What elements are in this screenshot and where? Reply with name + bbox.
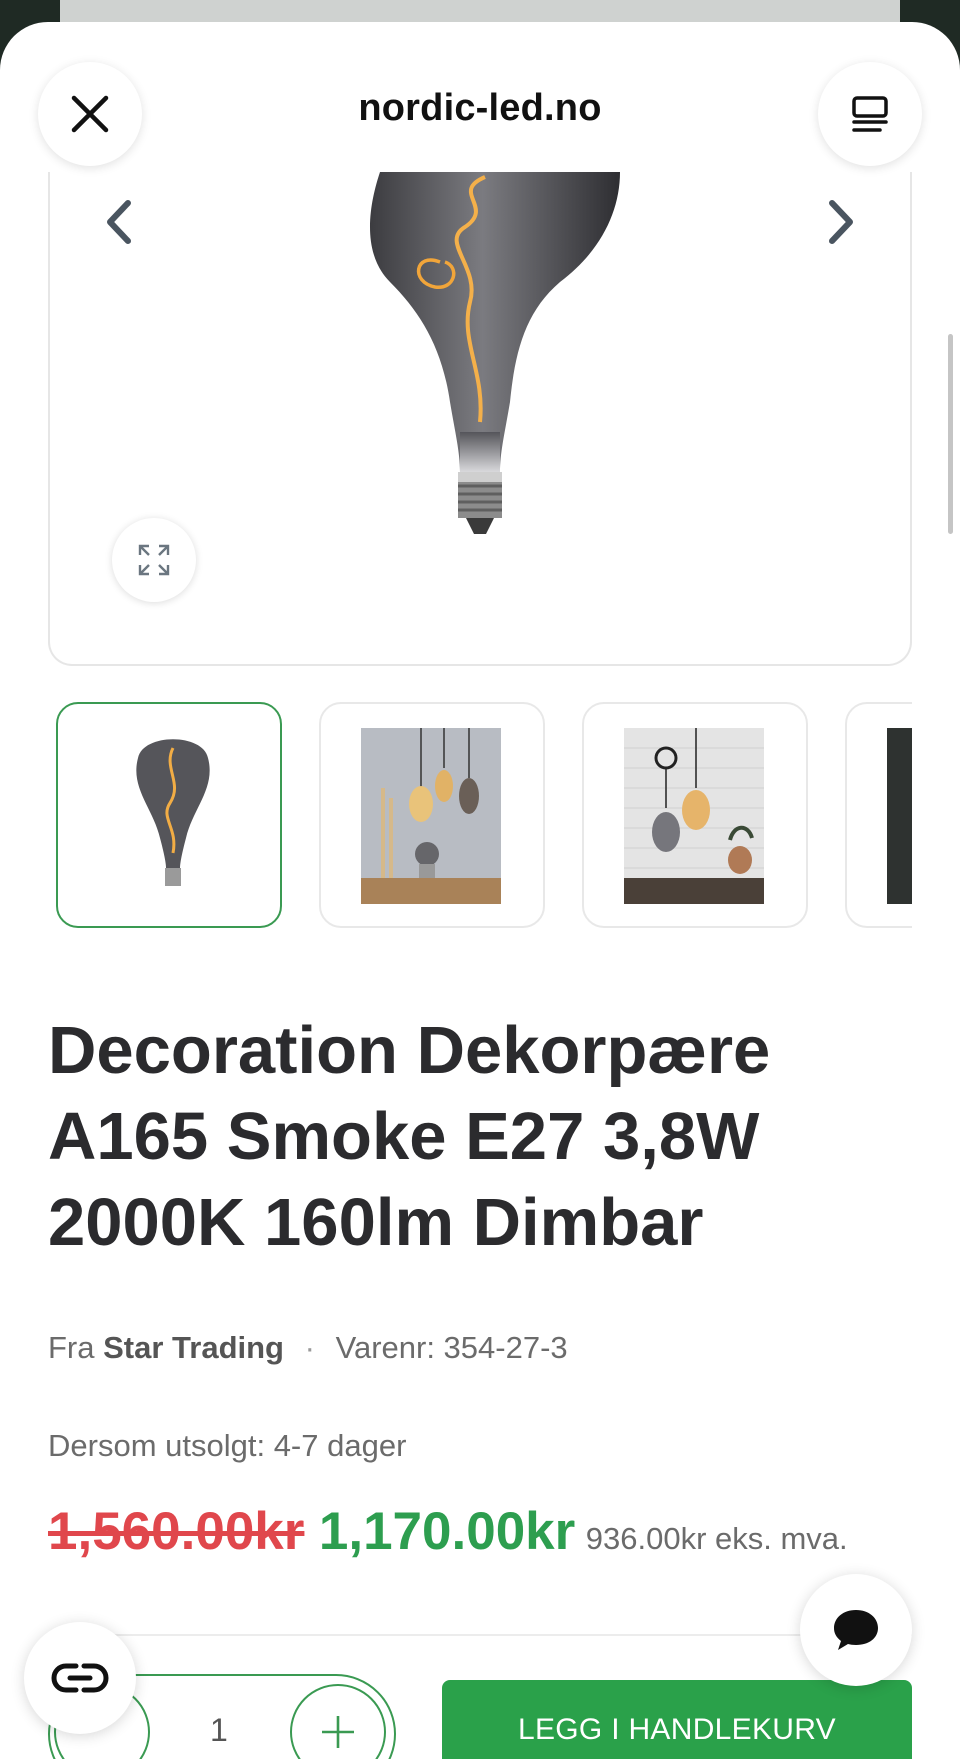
increase-quantity-button[interactable]: [290, 1684, 386, 1759]
thumbnail-kitchen-image: [624, 728, 764, 904]
thumbnail-4[interactable]: [845, 702, 912, 928]
link-button[interactable]: [24, 1622, 136, 1734]
separator-dot: ·: [304, 1330, 315, 1365]
bulb-image: [370, 172, 620, 534]
close-button[interactable]: [38, 62, 142, 166]
site-domain: nordic-led.no: [358, 87, 602, 129]
thumbnail-dark-image: [887, 728, 912, 904]
thumbnail-3[interactable]: [582, 702, 808, 928]
thumbnail-2[interactable]: [319, 702, 545, 928]
chevron-left-icon[interactable]: [100, 197, 140, 247]
from-label: Fra: [48, 1330, 95, 1365]
add-to-cart-button[interactable]: LEGG I HANDLEKURV: [442, 1680, 912, 1759]
product-title: Decoration Dekorpære A165 Smoke E27 3,8W…: [48, 1013, 771, 1260]
browser-sheet: nordic-led.no Decoration Dekorpære A165 …: [0, 22, 960, 1759]
reader-menu-button[interactable]: [818, 62, 922, 166]
chat-bubble-icon: [834, 1610, 878, 1650]
close-icon: [71, 95, 109, 133]
old-price: 1,560.00kr: [48, 1502, 305, 1561]
delivery-info: Dersom utsolgt: 4-7 dager: [48, 1428, 407, 1463]
thumbnail-strip: [0, 702, 912, 928]
thumbnail-1[interactable]: [56, 702, 282, 928]
reader-menu-icon: [852, 96, 888, 132]
sku: Varenr: 354-27-3: [335, 1330, 568, 1365]
price-ex-vat: 936.00kr eks. mva.: [585, 1521, 848, 1556]
thumbnail-bulb-image: [136, 739, 210, 886]
thumbnail-pendant-image: [361, 728, 501, 904]
sale-price: 1,170.00kr: [318, 1502, 576, 1561]
chat-button[interactable]: [800, 1574, 912, 1686]
divider: [48, 1634, 912, 1636]
price-block: 1,560.00kr 1,170.00kr 936.00kr eks. mva.: [48, 1502, 908, 1575]
product-meta: Fra Star Trading · Varenr: 354-27-3: [48, 1330, 568, 1366]
quantity-value[interactable]: 1: [210, 1712, 228, 1749]
main-product-image[interactable]: [48, 172, 912, 666]
expand-icon: [138, 544, 170, 576]
plus-icon: [322, 1716, 354, 1748]
expand-button[interactable]: [112, 518, 196, 602]
scrollbar[interactable]: [948, 334, 953, 534]
brand-link[interactable]: Star Trading: [103, 1330, 284, 1365]
link-icon: [51, 1663, 109, 1693]
chevron-right-icon[interactable]: [820, 197, 860, 247]
